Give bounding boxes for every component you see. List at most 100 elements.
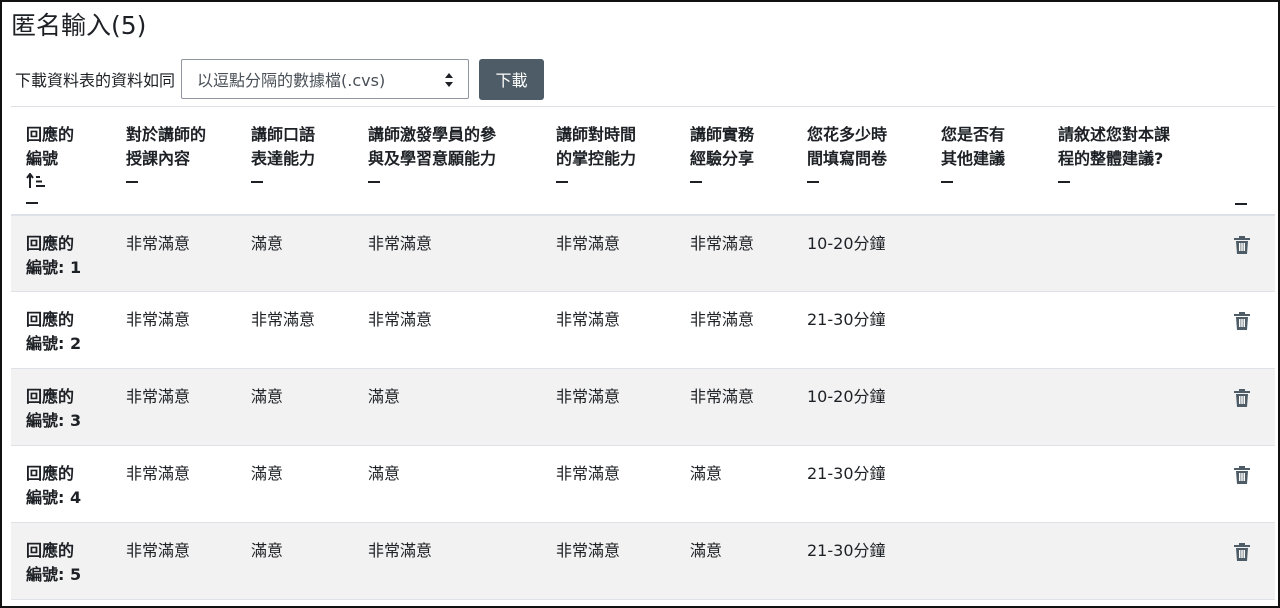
table-header-row: 回應的 編號 對於講師的 授課內容 講師口語 表達能力 講師激發學員的參 與及學習意願…	[11, 106, 1275, 215]
table-cell: 滿意	[368, 387, 401, 406]
trash-icon[interactable]	[1234, 235, 1250, 254]
collapse-dash-icon[interactable]	[126, 181, 138, 183]
response-id-cell: 回應的編號: 3	[11, 369, 111, 446]
table-cell	[926, 369, 1043, 446]
table-row: 回應的編號: 1 非常滿意 滿意 非常滿意 非常滿意 非常滿意 10-20分鐘	[11, 214, 1275, 292]
response-id-label: 回應的	[26, 464, 75, 483]
table-cell: 非常滿意	[368, 310, 433, 329]
table-row: 回應的編號: 4 非常滿意 滿意 滿意 非常滿意 滿意 21-30分鐘	[11, 446, 1275, 523]
table-row: 回應的編號: 2 非常滿意 非常滿意 非常滿意 非常滿意 非常滿意 21-30分鐘	[11, 292, 1275, 369]
response-id-number: 編號: 2	[26, 334, 82, 353]
response-id-label: 回應的	[26, 541, 75, 560]
response-id-number: 編號: 5	[26, 565, 82, 584]
table-cell: 非常滿意	[690, 387, 755, 406]
collapse-dash-icon[interactable]	[1058, 181, 1070, 183]
trash-icon[interactable]	[1234, 312, 1250, 330]
header-time-control[interactable]: 講師對時間 的掌控能力	[541, 107, 675, 215]
table-cell: 21-30分鐘	[807, 464, 886, 483]
header-course-content[interactable]: 對於講師的 授課內容	[111, 107, 236, 215]
table-cell	[1043, 292, 1219, 369]
response-id-label: 回應的	[26, 233, 75, 253]
response-id-cell: 回應的編號: 5	[11, 523, 111, 600]
table-cell: 10-20分鐘	[807, 233, 886, 253]
sort-ascending-icon[interactable]	[26, 173, 46, 189]
table-cell: 非常滿意	[126, 233, 191, 253]
response-id-number: 編號: 3	[26, 411, 82, 430]
row-actions-cell	[1219, 523, 1275, 600]
table-cell	[926, 523, 1043, 600]
header-overall-suggestions[interactable]: 請敘述您對本課 程的整體建議?	[1043, 107, 1219, 215]
trash-icon[interactable]	[1234, 389, 1250, 407]
collapse-dash-icon[interactable]	[941, 181, 953, 183]
table-cell: 非常滿意	[556, 464, 621, 483]
header-survey-time[interactable]: 您花多少時 間填寫問卷	[792, 107, 926, 215]
download-label: 下載資料表的資料如同	[15, 71, 176, 90]
table-row: 回應的編號: 3 非常滿意 滿意 滿意 非常滿意 非常滿意 10-20分鐘	[11, 368, 1275, 446]
table-cell	[1043, 215, 1219, 292]
header-engagement[interactable]: 講師激發學員的參 與及學習意願能力	[353, 107, 541, 215]
collapse-dash-icon[interactable]	[556, 181, 568, 183]
header-other-suggestions[interactable]: 您是否有 其他建議	[926, 107, 1043, 215]
table-cell: 滿意	[690, 464, 723, 483]
response-id-number: 編號: 4	[26, 488, 82, 507]
table-cell: 非常滿意	[556, 233, 621, 253]
row-actions-cell	[1219, 215, 1275, 292]
trash-icon[interactable]	[1234, 543, 1250, 561]
table-cell: 非常滿意	[556, 387, 621, 406]
table-cell: 滿意	[251, 464, 284, 483]
header-practical-experience[interactable]: 講師實務 經驗分享	[675, 107, 792, 215]
table-cell: 滿意	[251, 387, 284, 406]
collapse-dash-icon[interactable]	[690, 181, 702, 183]
download-format-select[interactable]: 以逗點分隔的數據檔(.cvs)	[181, 59, 470, 99]
table-cell: 非常滿意	[368, 233, 433, 253]
page-title: 匿名輸入(5)	[11, 11, 147, 40]
table-cell: 滿意	[251, 541, 284, 560]
collapse-dash-icon[interactable]	[368, 181, 380, 183]
download-toolbar: 下載資料表的資料如同 以逗點分隔的數據檔(.cvs) 下載	[15, 57, 545, 101]
response-id-cell: 回應的編號: 2	[11, 292, 111, 369]
download-format-value: 以逗點分隔的數據檔(.cvs)	[197, 71, 386, 90]
table-cell: 滿意	[368, 464, 401, 483]
table-cell	[926, 446, 1043, 523]
response-id-label: 回應的	[26, 387, 75, 406]
collapse-dash-icon[interactable]	[26, 202, 38, 204]
table-cell: 非常滿意	[556, 541, 621, 560]
trash-icon[interactable]	[1234, 466, 1250, 484]
page-frame: 匿名輸入(5) 下載資料表的資料如同 以逗點分隔的數據檔(.cvs) 下載 回應…	[0, 0, 1280, 608]
response-id-cell: 回應的編號: 1	[11, 215, 111, 292]
table-cell: 非常滿意	[126, 541, 191, 560]
table-cell: 非常滿意	[126, 387, 191, 406]
collapse-dash-icon[interactable]	[251, 181, 263, 183]
table-cell: 非常滿意	[690, 233, 755, 253]
table-row: 回應的編號: 5 非常滿意 滿意 非常滿意 非常滿意 滿意 21-30分鐘	[11, 522, 1275, 600]
header-response-id[interactable]: 回應的 編號	[11, 107, 111, 215]
download-button[interactable]: 下載	[479, 58, 545, 100]
select-caret-icon	[445, 73, 454, 87]
responses-table: 回應的 編號 對於講師的 授課內容 講師口語 表達能力 講師激發學員的參 與及學習意願…	[11, 106, 1275, 600]
response-id-cell: 回應的編號: 4	[11, 446, 111, 523]
table-cell: 非常滿意	[251, 310, 316, 329]
table-cell	[1043, 523, 1219, 600]
table-cell: 非常滿意	[126, 310, 191, 329]
header-verbal-expression[interactable]: 講師口語 表達能力	[236, 107, 353, 215]
table-cell: 非常滿意	[368, 541, 433, 560]
table-cell: 10-20分鐘	[807, 387, 886, 406]
response-id-label: 回應的	[26, 310, 75, 329]
collapse-dash-icon[interactable]	[1235, 203, 1247, 205]
table-cell: 21-30分鐘	[807, 310, 886, 329]
table-cell: 非常滿意	[556, 310, 621, 329]
row-actions-cell	[1219, 446, 1275, 523]
table-cell: 21-30分鐘	[807, 541, 886, 560]
row-actions-cell	[1219, 369, 1275, 446]
row-actions-cell	[1219, 292, 1275, 369]
table-cell: 滿意	[690, 541, 723, 560]
table-cell	[1043, 446, 1219, 523]
header-actions	[1219, 107, 1275, 215]
table-cell	[926, 215, 1043, 292]
table-cell: 非常滿意	[126, 464, 191, 483]
response-id-number: 編號: 1	[26, 257, 82, 277]
table-cell: 非常滿意	[690, 310, 755, 329]
collapse-dash-icon[interactable]	[807, 181, 819, 183]
table-cell	[926, 292, 1043, 369]
table-cell: 滿意	[251, 233, 284, 253]
